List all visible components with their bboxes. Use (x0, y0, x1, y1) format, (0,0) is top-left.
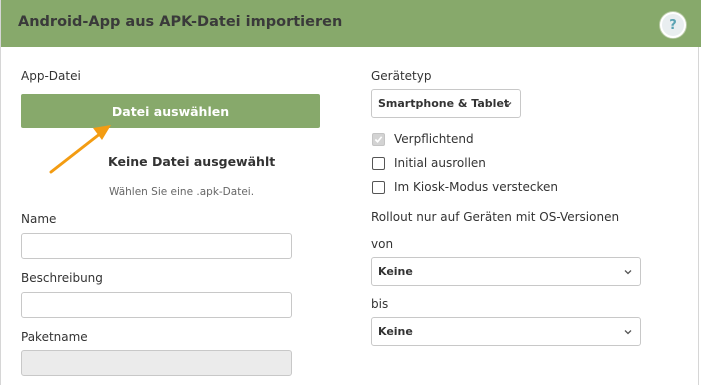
from-label: von (371, 237, 394, 251)
chevron-down-icon (624, 269, 632, 274)
mandatory-label: Verpflichtend (394, 132, 474, 146)
initial-rollout-checkbox[interactable] (372, 157, 385, 170)
help-icon[interactable]: ? (660, 12, 686, 38)
chevron-down-icon (504, 101, 512, 106)
name-input[interactable] (21, 233, 292, 259)
package-name-label: Paketname (21, 330, 88, 344)
rollout-label: Rollout nur auf Geräten mit OS-Versionen (371, 210, 620, 224)
dialog-header: Android-App aus APK-Datei importieren ? (1, 0, 701, 47)
check-icon (374, 136, 383, 143)
description-label: Beschreibung (21, 271, 103, 285)
app-file-label: App-Datei (21, 69, 81, 83)
import-dialog: Android-App aus APK-Datei importieren ? … (0, 0, 701, 385)
device-type-label: Gerätetyp (371, 69, 432, 83)
dialog-title: Android-App aus APK-Datei importieren (18, 14, 343, 30)
file-status: Keine Datei ausgewählt (108, 154, 276, 169)
mandatory-checkbox (372, 133, 385, 146)
from-version-value: Keine (378, 265, 413, 278)
chevron-down-icon (624, 329, 632, 334)
description-input[interactable] (21, 292, 292, 318)
name-label: Name (21, 212, 57, 226)
device-type-value: Smartphone & Tablet (378, 97, 510, 110)
choose-file-button[interactable]: Datei auswählen (21, 94, 320, 128)
from-version-select[interactable]: Keine (371, 257, 641, 286)
to-label: bis (371, 297, 389, 311)
hide-kiosk-checkbox[interactable] (372, 181, 385, 194)
initial-rollout-label: Initial ausrollen (394, 156, 486, 170)
device-type-select[interactable]: Smartphone & Tablet (371, 89, 521, 118)
file-hint: Wählen Sie eine .apk-Datei. (109, 186, 255, 198)
package-name-input (21, 350, 292, 376)
to-version-select[interactable]: Keine (371, 317, 641, 346)
hide-kiosk-label: Im Kiosk-Modus verstecken (394, 180, 558, 194)
to-version-value: Keine (378, 325, 413, 338)
